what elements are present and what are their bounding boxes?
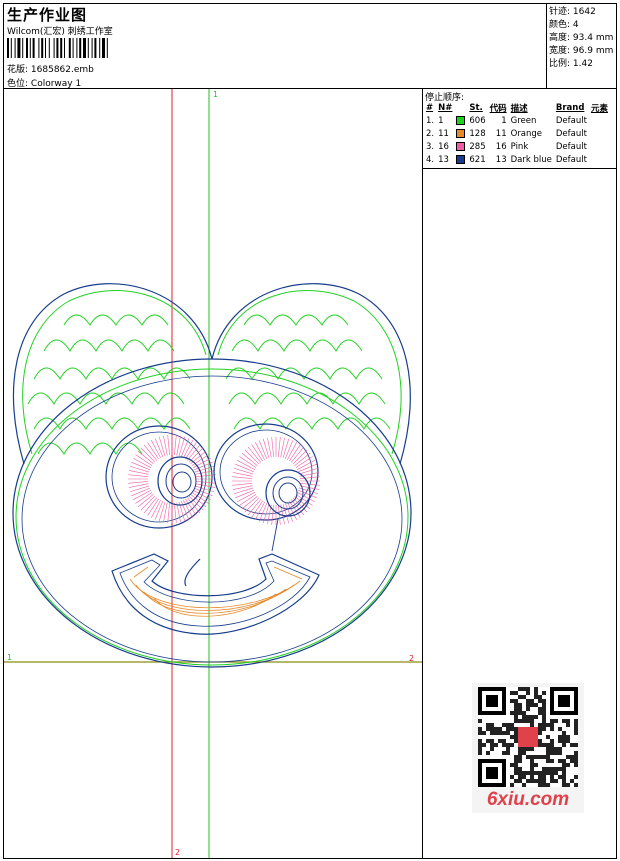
colorway-name: Colorway 1	[30, 79, 82, 89]
stats-divider	[546, 3, 547, 89]
colorway-label: 色位:	[7, 79, 29, 89]
column-header: 代码	[489, 103, 507, 114]
watermark-qr: 6xiu.com	[472, 683, 584, 813]
stat-colors: 颜色: 4	[549, 20, 579, 30]
color-swatch	[456, 115, 466, 125]
column-header: 元素	[590, 103, 608, 114]
column-header: #	[426, 102, 434, 113]
table-header-row: # N# St. 代码 描述 Brand 元素	[424, 101, 610, 114]
guide-label: 1	[7, 653, 12, 662]
stat-scale: 比例: 1.42	[549, 59, 593, 69]
right-eye	[213, 423, 320, 552]
file-label: 花版:	[7, 65, 29, 75]
color-swatch	[456, 141, 466, 151]
table-row: 2. 11 128 11 Orange Default	[426, 128, 587, 139]
colorway-info: 色位: Colorway 1	[7, 76, 81, 89]
column-header: N#	[438, 102, 453, 113]
mouth	[111, 553, 320, 635]
color-swatch	[456, 154, 466, 164]
guide-label: 1	[213, 90, 218, 99]
file-name: 1685862.emb	[30, 65, 94, 75]
table-row: 3. 16 285 16 Pink Default	[426, 141, 587, 152]
color-swatch	[456, 128, 466, 138]
stat-height: 高度: 93.4 mm	[549, 33, 614, 43]
stat-width: 宽度: 96.9 mm	[549, 46, 614, 56]
sidebar-divider	[422, 88, 423, 859]
column-header: 描述	[510, 103, 528, 114]
qr-code-icon	[478, 687, 578, 787]
table-row: 1. 1 606 1 Green Default	[426, 115, 587, 126]
face-outline	[12, 358, 412, 668]
watermark-site: 6xiu.com	[486, 789, 570, 810]
right-ear	[211, 283, 411, 465]
company-name: Wilcom(汇宏) 刺绣工作室	[7, 27, 113, 37]
stat-stitches: 针迹: 1642	[549, 7, 596, 17]
column-header: Brand	[555, 102, 585, 113]
mouth-fill	[129, 566, 303, 617]
left-ear	[12, 283, 213, 465]
page-title: 生产作业图	[7, 6, 88, 24]
column-header	[454, 101, 467, 114]
alignment-guides: 1 1 2 2	[4, 89, 422, 858]
embroidery-design-canvas[interactable]: 1 1 2 2	[4, 89, 422, 858]
guide-label: 2	[409, 654, 414, 663]
barcode	[7, 38, 108, 58]
stop-sequence-bottom-rule	[422, 168, 617, 169]
left-eye	[105, 425, 216, 529]
left-ear-scallops	[27, 314, 191, 455]
design-stats: 针迹: 1642 颜色: 4 高度: 93.4 mm 宽度: 96.9 mm 比…	[549, 6, 613, 71]
file-info: 花版: 1685862.emb	[7, 62, 94, 75]
guide-label: 2	[175, 848, 180, 857]
stop-sequence-table: # N# St. 代码 描述 Brand 元素 1. 1 606 1 Green…	[424, 101, 610, 166]
table-row: 4. 13 621 13 Dark blue Default	[426, 154, 587, 165]
column-header: St.	[469, 102, 483, 113]
